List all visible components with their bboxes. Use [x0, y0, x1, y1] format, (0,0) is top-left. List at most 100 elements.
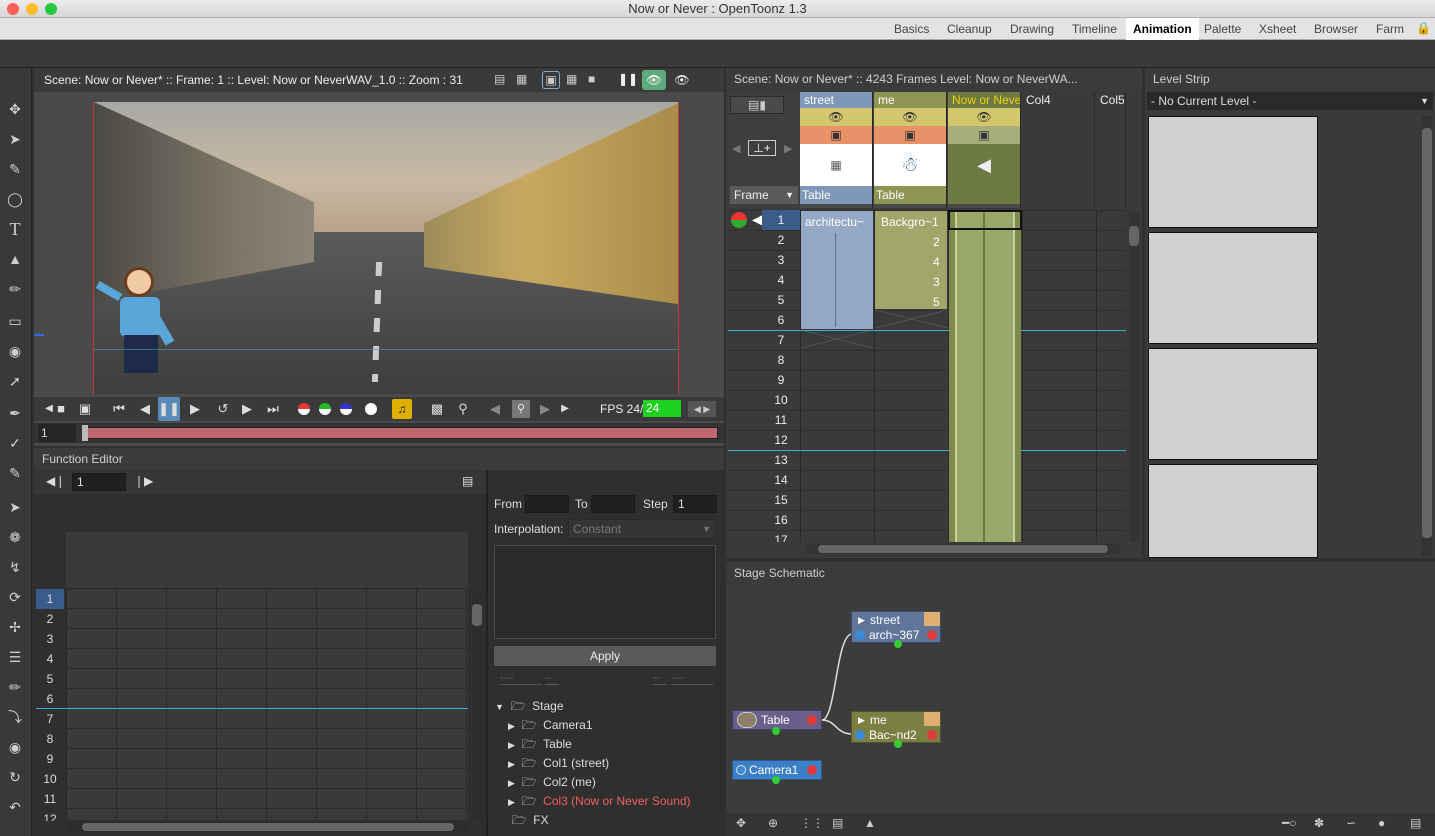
checker-bg-icon[interactable]: ▣: [74, 397, 96, 421]
magnet-tool-icon[interactable]: ❁: [4, 526, 26, 548]
schematic-menu-icon[interactable]: ▤: [1410, 816, 1421, 830]
port-dot[interactable]: [807, 715, 817, 725]
tab-drawing[interactable]: Drawing: [1003, 18, 1061, 40]
close-window-button[interactable]: [7, 3, 19, 15]
splitter[interactable]: [486, 470, 488, 836]
magnifier-icon[interactable]: ⚲: [452, 397, 474, 421]
red-channel-icon[interactable]: [298, 403, 310, 415]
column-header-col4[interactable]: Col4: [1022, 92, 1095, 208]
reorder-nodes-icon[interactable]: ⋮⋮: [800, 816, 824, 830]
from-field[interactable]: [525, 495, 569, 513]
apply-button[interactable]: Apply: [494, 646, 716, 666]
tracker-tool-icon[interactable]: ✏: [4, 676, 26, 698]
tree-item-stage[interactable]: ▼ 🗁 Stage: [495, 697, 564, 716]
port-dot[interactable]: [894, 740, 902, 748]
camstand-visible-icon[interactable]: ▣: [874, 126, 946, 144]
me-node[interactable]: ▶ me Bac~nd2: [851, 711, 941, 743]
skeleton-tool-icon[interactable]: ☰: [4, 646, 26, 668]
green-channel-icon[interactable]: [319, 403, 331, 415]
toggle-view-icon[interactable]: ▤: [462, 474, 473, 488]
function-row-label[interactable]: 2: [36, 609, 64, 629]
subcamera-preview-icon[interactable]: 👁: [672, 70, 692, 90]
street-node[interactable]: ▶ street arch~367: [851, 611, 941, 643]
lock-icon[interactable]: 🔒: [1416, 21, 1431, 37]
segment-editor-area[interactable]: [494, 545, 716, 639]
scroll-right-icon[interactable]: ▶: [554, 397, 576, 421]
toggle-fx-stage-icon[interactable]: ●: [1378, 816, 1385, 830]
pegbar-label[interactable]: Table: [874, 186, 946, 204]
loop-icon[interactable]: ↺: [212, 397, 234, 421]
new-column-icon[interactable]: ⊥+: [748, 140, 776, 156]
level-frame-thumb[interactable]: [1148, 464, 1318, 558]
level-strip-scroll-thumb[interactable]: [1422, 128, 1432, 538]
frame-number[interactable]: 8: [752, 350, 810, 370]
play-icon[interactable]: ▶: [184, 397, 206, 421]
fit-to-window-icon[interactable]: ✥: [736, 816, 746, 830]
xsheet-hscroll-thumb[interactable]: [818, 545, 1108, 553]
tab-farm[interactable]: Farm: [1369, 18, 1411, 40]
frame-slider-handle[interactable]: [82, 425, 88, 441]
frame-number[interactable]: 1: [762, 210, 800, 230]
expand-icon[interactable]: ▶: [858, 612, 865, 628]
level-select[interactable]: - No Current Level - ▼: [1147, 92, 1433, 110]
function-row-label[interactable]: 12: [36, 809, 64, 821]
frame-display-select[interactable]: Frame ▼: [730, 186, 798, 204]
fps-stepper[interactable]: ◀ ▶: [688, 401, 716, 417]
tab-xsheet[interactable]: Xsheet: [1252, 18, 1303, 40]
preview-eye-icon[interactable]: 👁: [642, 70, 666, 90]
table-view-icon[interactable]: ▦: [516, 72, 527, 86]
function-row-label[interactable]: 6: [36, 689, 64, 709]
value-field-c[interactable]: --: [653, 673, 667, 685]
tree-item-col3[interactable]: ▶ 🗁 Col3 (Now or Never Sound): [508, 792, 691, 811]
locator-icon[interactable]: ⚲: [512, 400, 530, 418]
to-field[interactable]: [591, 495, 635, 513]
frame-number[interactable]: 10: [752, 390, 810, 410]
preview-visible-eye-icon[interactable]: 👁: [874, 108, 946, 126]
frame-number[interactable]: 12: [752, 430, 810, 450]
port-dot[interactable]: [807, 765, 817, 775]
tree-item-camera1[interactable]: ▶ 🗁 Camera1: [508, 716, 593, 735]
column-header-street[interactable]: street 👁 ▣ ▦ Table: [800, 92, 873, 208]
tree-item-table[interactable]: ▶ 🗁 Table: [508, 735, 572, 754]
freeze-icon[interactable]: ❚❚: [618, 72, 638, 86]
pegbar-label[interactable]: Table: [800, 186, 872, 204]
column-header-col5[interactable]: Col5: [1096, 92, 1126, 208]
camera-stand-icon[interactable]: ▣: [542, 71, 560, 89]
rgb-picker-tool-icon[interactable]: ✒: [4, 402, 26, 424]
frame-slider[interactable]: [82, 427, 718, 439]
next-column-icon[interactable]: ▶: [784, 142, 792, 155]
scene-canvas[interactable]: [93, 102, 679, 394]
viewer-frame-field[interactable]: 1: [38, 424, 76, 442]
tree-item-col1[interactable]: ▶ 🗁 Col1 (street): [508, 754, 609, 773]
port-dot[interactable]: [927, 730, 937, 740]
onion-skin-toggle[interactable]: [728, 210, 752, 230]
preview-visible-eye-icon[interactable]: 👁: [948, 108, 1020, 126]
brush-tool-icon[interactable]: ✎: [4, 158, 26, 180]
pump-tool-icon[interactable]: ➤: [4, 496, 26, 518]
blue-channel-icon[interactable]: [340, 403, 352, 415]
expand-icon[interactable]: ▶: [858, 712, 865, 728]
xsheet-vscrollbar[interactable]: [1129, 212, 1139, 542]
tab-basics[interactable]: Basics: [887, 18, 936, 40]
next-key-icon[interactable]: ❘▶: [134, 474, 153, 488]
function-row-label[interactable]: 10: [36, 769, 64, 789]
function-row-label[interactable]: 11: [36, 789, 64, 809]
compare-right-icon[interactable]: ▶: [534, 397, 556, 421]
first-frame-icon[interactable]: ⏮: [108, 397, 130, 421]
interpolation-select[interactable]: Constant ▼: [568, 519, 716, 539]
tape-tool-icon[interactable]: ◉: [4, 340, 26, 362]
plastic-tool-icon[interactable]: ◉: [4, 736, 26, 758]
frame-number[interactable]: 17: [752, 530, 810, 542]
preview-toggle-icon[interactable]: ▤: [494, 72, 505, 86]
prev-key-icon[interactable]: ◀❘: [46, 474, 65, 488]
sound-cell-block[interactable]: [949, 211, 1021, 542]
new-camera-icon[interactable]: ✽: [1314, 816, 1324, 830]
control-point-editor-icon[interactable]: ✓: [4, 432, 26, 454]
camera-view-icon[interactable]: ■: [588, 72, 595, 86]
frame-number[interactable]: 9: [752, 370, 810, 390]
function-row-label[interactable]: 4: [36, 649, 64, 669]
tree-item-fx[interactable]: 🗁 FX: [495, 811, 549, 830]
frame-number[interactable]: 14: [752, 470, 810, 490]
column-header-sound[interactable]: Now or Neve 👁 ▣ ◀: [948, 92, 1021, 208]
level-frame-thumb[interactable]: [1148, 116, 1318, 228]
